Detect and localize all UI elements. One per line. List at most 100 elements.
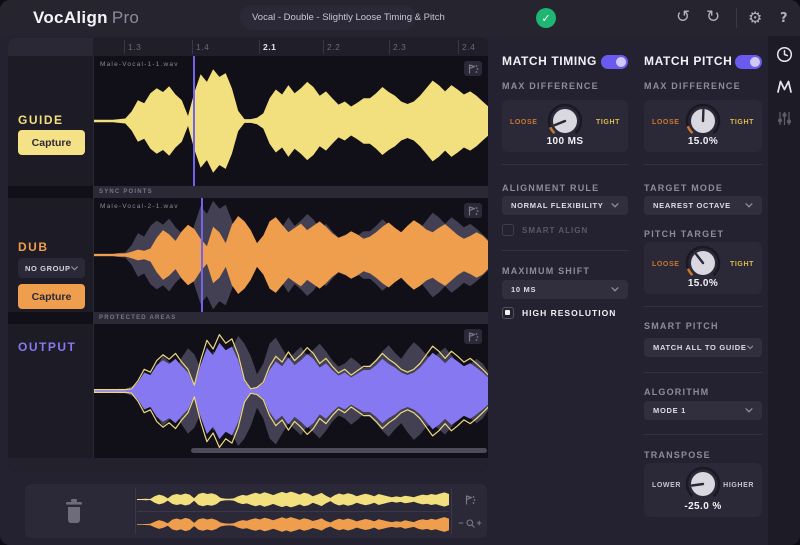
dub-group-dropdown[interactable]: NO GROUP bbox=[18, 258, 85, 278]
knob-dial[interactable] bbox=[683, 101, 723, 141]
settings-sliders-icon[interactable] bbox=[776, 110, 793, 127]
knob-value: 100 MS bbox=[546, 136, 584, 147]
knob-dial[interactable] bbox=[683, 464, 723, 504]
alignment-rule-value: NORMAL FLEXIBILITY bbox=[511, 201, 604, 210]
match-pitch-title: MATCH PITCH bbox=[644, 54, 733, 68]
high-resolution-label: HIGH RESOLUTION bbox=[522, 308, 617, 318]
dub-flag-marker-icon[interactable] bbox=[464, 203, 482, 218]
pitch-max-difference-knob[interactable]: LOOSE TIGHT 15.0% bbox=[644, 100, 762, 152]
transpose-knob[interactable]: LOWER HIGHER -25.0 % bbox=[644, 463, 762, 517]
dub-waveform-region[interactable]: Male-Vocal-2-1.wav bbox=[93, 198, 488, 312]
dub-label-column: DUB NO GROUP Capture bbox=[8, 198, 93, 312]
zoom-in-icon[interactable]: + bbox=[477, 518, 482, 528]
ruler-corner-cell bbox=[8, 38, 93, 56]
dub-capture-button[interactable]: Capture bbox=[18, 284, 85, 309]
guide-capture-button[interactable]: Capture bbox=[18, 130, 85, 155]
match-timing-toggle[interactable] bbox=[601, 55, 628, 69]
protected-areas-bar[interactable]: PROTECTED AREAS bbox=[93, 312, 488, 324]
pitch-target-knob[interactable]: LOOSE TIGHT 15.0% bbox=[644, 242, 762, 294]
smart-pitch-dropdown[interactable]: MATCH ALL TO GUIDE bbox=[644, 338, 762, 357]
knob-min-label: LOOSE bbox=[652, 119, 680, 126]
overview-flag-marker-icon[interactable] bbox=[461, 492, 479, 507]
settings-gear-icon[interactable]: ⚙ bbox=[748, 9, 762, 26]
divider bbox=[644, 434, 762, 435]
app-logo: VocAlign Pro bbox=[33, 8, 139, 28]
chevron-down-icon bbox=[745, 203, 753, 208]
overview-divider-left bbox=[135, 488, 136, 534]
overview-divider-right bbox=[451, 488, 452, 534]
algorithm-dropdown[interactable]: MODE 1 bbox=[644, 401, 762, 420]
smart-align-label: SMART ALIGN bbox=[522, 225, 589, 235]
smart-align-checkbox[interactable]: SMART ALIGN bbox=[502, 224, 588, 236]
zoom-out-icon[interactable]: − bbox=[458, 518, 463, 528]
match-pitch-toggle[interactable] bbox=[735, 55, 762, 69]
knob-max-label: TIGHT bbox=[730, 119, 754, 126]
knob-min-label: LOWER bbox=[652, 482, 682, 489]
checkbox-box bbox=[502, 224, 514, 236]
dub-track-label: DUB bbox=[18, 240, 49, 254]
top-bar: VocAlign Pro Vocal - Double - Slightly Lo… bbox=[0, 0, 800, 36]
knob-dial[interactable] bbox=[545, 101, 585, 141]
guide-waveform bbox=[94, 69, 488, 173]
sync-points-label: SYNC POINTS bbox=[99, 189, 153, 195]
divider bbox=[644, 164, 762, 165]
target-mode-dropdown[interactable]: NEAREST OCTAVE bbox=[644, 196, 762, 215]
tracks-panel: 1.3 1.4 2.1 2.2 2.3 2.4 GUIDE Capture Male-Vo… bbox=[8, 38, 488, 472]
algorithm-value: MODE 1 bbox=[653, 406, 686, 415]
align-status-badge: ✓ bbox=[536, 8, 556, 28]
alignment-rule-dropdown[interactable]: NORMAL FLEXIBILITY bbox=[502, 196, 628, 215]
timing-max-difference-label: MAX DIFFERENCE bbox=[502, 81, 599, 91]
ruler-ticks: 1.3 1.4 2.1 2.2 2.3 2.4 bbox=[93, 38, 488, 56]
tracks-footer-strip bbox=[8, 458, 488, 472]
transpose-label: TRANSPOSE bbox=[644, 450, 711, 460]
trash-icon[interactable] bbox=[63, 498, 89, 526]
preset-dropdown[interactable]: Vocal - Double - Slightly Loose Timing &… bbox=[240, 5, 445, 30]
pitch-max-difference-label: MAX DIFFERENCE bbox=[644, 81, 741, 91]
timing-max-difference-knob[interactable]: LOOSE TIGHT 100 MS bbox=[502, 100, 628, 152]
knob-dial[interactable] bbox=[683, 243, 723, 283]
knob-value: -25.0 % bbox=[684, 501, 722, 512]
match-timing-panel: MATCH TIMING MAX DIFFERENCE LOOSE TIGHT … bbox=[502, 36, 628, 545]
smart-pitch-label: SMART PITCH bbox=[644, 321, 719, 331]
output-track-label: OUTPUT bbox=[18, 340, 77, 354]
guide-file-name: Male-Vocal-1-1.wav bbox=[100, 61, 179, 68]
overview-zoom-control[interactable]: − + bbox=[455, 515, 485, 531]
high-resolution-checkbox[interactable]: HIGH RESOLUTION bbox=[502, 307, 616, 319]
dub-playhead[interactable] bbox=[201, 198, 203, 312]
checkbox-box bbox=[502, 307, 514, 319]
dub-waveform bbox=[94, 200, 488, 310]
guide-waveform-region[interactable]: Male-Vocal-1-1.wav bbox=[93, 56, 488, 186]
sync-points-bar[interactable]: SYNC POINTS bbox=[93, 186, 488, 198]
output-label-column: OUTPUT bbox=[8, 324, 93, 458]
output-waveform-region[interactable] bbox=[93, 324, 488, 458]
guide-flag-marker-icon[interactable] bbox=[464, 61, 482, 76]
knob-max-label: TIGHT bbox=[596, 119, 620, 126]
horizontal-zoom-scrollbar[interactable] bbox=[191, 448, 487, 453]
maximum-shift-value: 10 MS bbox=[511, 285, 537, 294]
vocalign-window: VocAlign Pro Vocal - Double - Slightly Lo… bbox=[0, 0, 800, 545]
overview-panel: − + bbox=[25, 484, 487, 538]
redo-icon[interactable]: ↻ bbox=[706, 9, 720, 26]
algorithm-label: ALGORITHM bbox=[644, 387, 710, 397]
overview-guide-wave[interactable] bbox=[137, 488, 449, 511]
maximum-shift-dropdown[interactable]: 10 MS bbox=[502, 280, 628, 299]
app-logo-bold: VocAlign bbox=[33, 8, 108, 27]
pitch-target-label: PITCH TARGET bbox=[644, 229, 725, 239]
timeline-ruler[interactable]: 1.3 1.4 2.1 2.2 2.3 2.4 bbox=[8, 38, 488, 56]
guide-playhead[interactable] bbox=[193, 56, 195, 186]
divider bbox=[502, 250, 628, 251]
undo-icon[interactable]: ↺ bbox=[676, 9, 690, 26]
pitch-view-wave-icon[interactable] bbox=[776, 78, 793, 95]
magnifier-icon bbox=[465, 518, 475, 528]
knob-max-label: HIGHER bbox=[723, 482, 754, 489]
match-pitch-panel: MATCH PITCH MAX DIFFERENCE LOOSE TIGHT 1… bbox=[644, 36, 762, 545]
overview-dub-wave[interactable] bbox=[137, 513, 449, 536]
knob-max-label: TIGHT bbox=[730, 261, 754, 268]
knob-min-label: LOOSE bbox=[652, 261, 680, 268]
preset-dropdown-value: Vocal - Double - Slightly Loose Timing &… bbox=[252, 12, 445, 23]
output-flag-marker-icon[interactable] bbox=[464, 329, 482, 344]
maximum-shift-label: MAXIMUM SHIFT bbox=[502, 266, 591, 276]
help-icon[interactable]: ? bbox=[780, 10, 788, 27]
timing-view-clock-icon[interactable] bbox=[776, 46, 793, 63]
guide-track-label: GUIDE bbox=[18, 113, 64, 127]
